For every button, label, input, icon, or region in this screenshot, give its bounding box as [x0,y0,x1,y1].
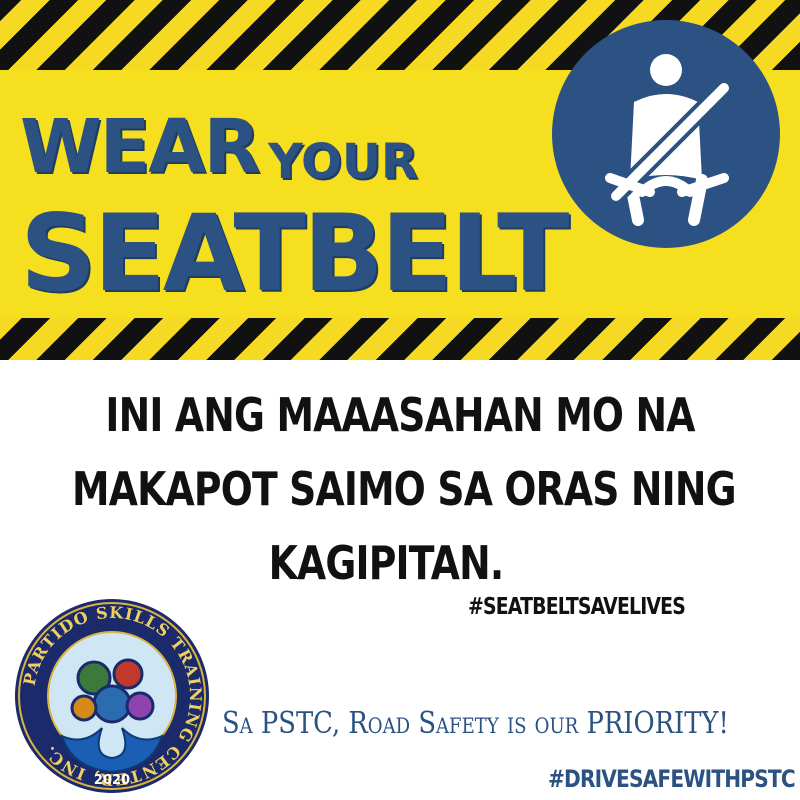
message-line-1: INI ANG MAAASAHAN MO NA [105,388,695,442]
headline-wear: WEAR [20,104,260,190]
hashtag-seatbeltsavelives: #SEATBELTSAVELIVES [468,594,686,620]
seatbelt-badge [552,20,780,248]
message-line-2: MAKAPOT SAIMO SA ORAS NING [72,462,737,516]
hashtag-drivesafewithpstc: #DRIVESAFEWITHPSTC [548,765,796,793]
pstc-logo: PARTIDO SKILLS TRAINING CENTER, INC. 202… [15,599,209,793]
seatbelt-icon [605,54,729,226]
tagline: Sa PSTC, Road Safety is our PRIORITY! [222,706,729,741]
logo-year: 2020 [94,773,130,788]
hazard-stripe-bottom [0,318,800,360]
headline-seatbelt: SEATBELT [20,192,569,315]
message-line-3: KAGIPITAN. [268,536,505,590]
headline-your: YOUR [268,134,418,190]
